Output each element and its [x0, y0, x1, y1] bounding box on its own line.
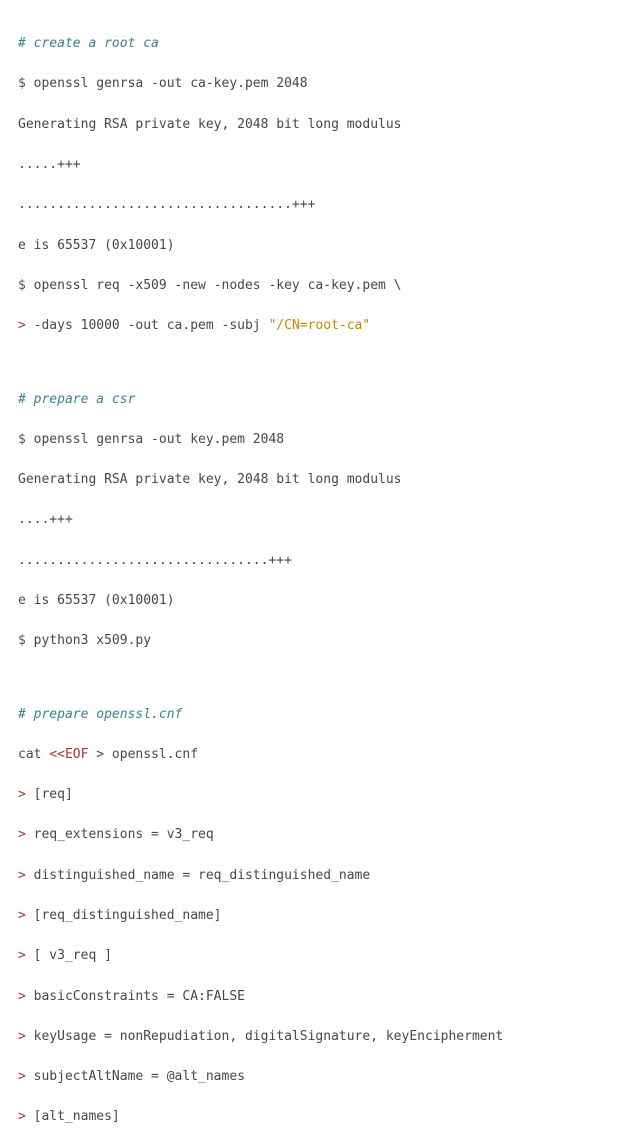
output-line: e is 65537 (0x10001) — [18, 591, 613, 611]
heredoc-line: subjectAltName = @alt_names — [34, 1069, 245, 1084]
continuation-marker: > — [18, 827, 34, 842]
continuation-marker: > — [18, 1029, 34, 1044]
continuation-marker: > — [18, 989, 34, 1004]
cmd-req-ca: openssl req -x509 -new -nodes -key ca-ke… — [34, 278, 402, 293]
prompt: $ — [18, 633, 34, 648]
cmd-genrsa-key: openssl genrsa -out key.pem 2048 — [34, 432, 284, 447]
continuation-marker: > — [18, 948, 34, 963]
prompt: $ — [18, 76, 34, 91]
cmd-req-ca-cont: -days 10000 -out ca.pem -subj — [34, 318, 269, 333]
heredoc-line: [req] — [34, 787, 73, 802]
heredoc-line: [alt_names] — [34, 1109, 120, 1124]
continuation-marker: > — [18, 1069, 34, 1084]
output-line: e is 65537 (0x10001) — [18, 236, 613, 256]
continuation-marker: > — [18, 787, 34, 802]
heredoc-line: keyUsage = nonRepudiation, digitalSignat… — [34, 1029, 504, 1044]
continuation-marker: > — [18, 318, 34, 333]
heredoc-line: basicConstraints = CA:FALSE — [34, 989, 245, 1004]
string-literal: "/CN=root-ca" — [268, 318, 370, 333]
cmd-python-x509: python3 x509.py — [34, 633, 151, 648]
heredoc-line: req_extensions = v3_req — [34, 827, 214, 842]
heredoc-marker: <<EOF — [49, 747, 88, 762]
continuation-marker: > — [18, 908, 34, 923]
output-line: .....+++ — [18, 155, 613, 175]
cmd-cat: cat — [18, 747, 49, 762]
continuation-marker: > — [18, 1109, 34, 1124]
output-line: Generating RSA private key, 2048 bit lon… — [18, 470, 613, 490]
heredoc-line: [req_distinguished_name] — [34, 908, 222, 923]
code-block: # create a root ca $ openssl genrsa -out… — [18, 14, 613, 1138]
output-line: Generating RSA private key, 2048 bit lon… — [18, 115, 613, 135]
comment-csr: # prepare a csr — [18, 392, 135, 407]
heredoc-line: [ v3_req ] — [34, 948, 112, 963]
comment-root-ca: # create a root ca — [18, 36, 159, 51]
heredoc-line: distinguished_name = req_distinguished_n… — [34, 868, 371, 883]
output-line: ....+++ — [18, 510, 613, 530]
prompt: $ — [18, 432, 34, 447]
cmd-genrsa-ca: openssl genrsa -out ca-key.pem 2048 — [34, 76, 308, 91]
output-line: ................................+++ — [18, 551, 613, 571]
prompt: $ — [18, 278, 34, 293]
output-line: ...................................+++ — [18, 195, 613, 215]
comment-cnf: # prepare openssl.cnf — [18, 707, 182, 722]
redirect: > openssl.cnf — [88, 747, 198, 762]
continuation-marker: > — [18, 868, 34, 883]
